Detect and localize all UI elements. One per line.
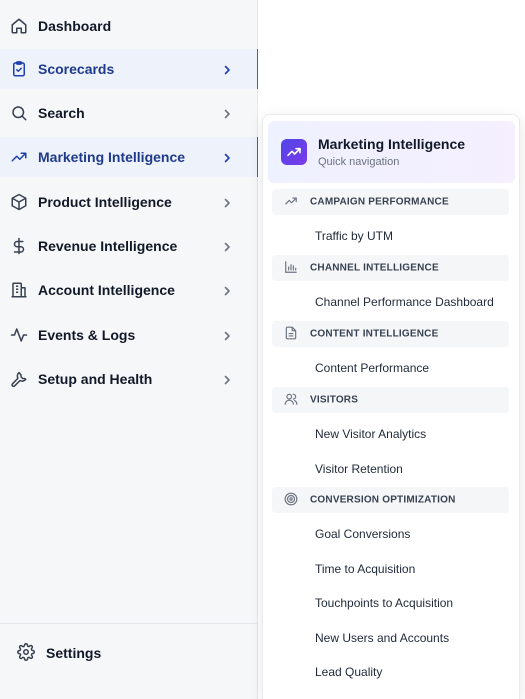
sidebar-item-product-intelligence[interactable]: Product Intelligence	[0, 182, 258, 222]
sidebar-item-label: Dashboard	[38, 18, 112, 34]
flyout-title: Marketing Intelligence	[318, 136, 466, 152]
sidebar-item-label: Scorecards	[38, 61, 115, 77]
sidebar-item-search[interactable]: Search	[0, 93, 258, 133]
activity-icon	[9, 325, 29, 345]
sidebar: Dashboard Scorecards Search Marketing In…	[0, 0, 259, 699]
link-time-to-acquisition[interactable]: Time to Acquisition	[315, 562, 415, 576]
link-channel-performance-dashboard[interactable]: Channel Performance Dashboard	[315, 295, 494, 309]
link-content-performance[interactable]: Content Performance	[315, 361, 429, 375]
trend-up-icon	[281, 139, 307, 165]
link-touchpoints-to-acquisition[interactable]: Touchpoints to Acquisition	[315, 596, 453, 610]
building-icon	[9, 280, 29, 300]
chevron-right-icon	[221, 329, 233, 341]
section-campaign-performance: CAMPAIGN PERFORMANCE	[272, 189, 509, 215]
sidebar-item-label: Product Intelligence	[38, 194, 172, 210]
sidebar-item-scorecards[interactable]: Scorecards	[0, 49, 259, 89]
chevron-right-icon	[221, 284, 233, 296]
section-visitors: VISITORS	[272, 387, 509, 413]
sidebar-item-label: Account Intelligence	[38, 282, 175, 298]
cube-icon	[9, 192, 29, 212]
sidebar-item-label: Setup and Health	[38, 371, 153, 387]
clipboard-check-icon	[9, 59, 29, 79]
section-label: VISITORS	[310, 394, 359, 406]
section-conversion-optimization: CONVERSION OPTIMIZATION	[272, 487, 509, 513]
divider	[0, 623, 258, 624]
sidebar-item-label: Marketing Intelligence	[38, 149, 186, 165]
section-label: CONVERSION OPTIMIZATION	[310, 494, 456, 506]
section-content-intelligence: CONTENT INTELLIGENCE	[272, 321, 509, 347]
wrench-icon	[9, 369, 29, 389]
gear-icon	[17, 643, 37, 663]
link-goal-conversions[interactable]: Goal Conversions	[315, 527, 410, 541]
section-label: CHANNEL INTELLIGENCE	[310, 262, 439, 274]
link-lead-quality[interactable]: Lead Quality	[315, 665, 382, 679]
section-label: CONTENT INTELLIGENCE	[310, 328, 439, 340]
sidebar-item-label: Search	[38, 105, 85, 121]
chevron-right-icon	[221, 63, 233, 75]
link-new-visitor-analytics[interactable]: New Visitor Analytics	[315, 427, 426, 441]
trend-up-icon	[284, 194, 300, 210]
sidebar-item-label: Revenue Intelligence	[38, 238, 178, 254]
settings-label: Settings	[46, 645, 102, 661]
section-channel-intelligence: CHANNEL INTELLIGENCE	[272, 255, 509, 281]
chevron-right-icon	[221, 196, 233, 208]
home-icon	[9, 16, 29, 36]
sidebar-item-revenue-intelligence[interactable]: Revenue Intelligence	[0, 226, 258, 266]
link-traffic-by-utm[interactable]: Traffic by UTM	[315, 229, 393, 243]
trend-up-icon	[9, 147, 29, 167]
link-new-users-and-accounts[interactable]: New Users and Accounts	[315, 631, 449, 645]
sidebar-item-dashboard[interactable]: Dashboard	[0, 6, 258, 46]
target-icon	[284, 492, 300, 508]
sidebar-item-setup-health[interactable]: Setup and Health	[0, 359, 258, 399]
document-icon	[284, 326, 300, 342]
chevron-right-icon	[221, 240, 233, 252]
settings-button[interactable]: Settings	[0, 633, 258, 673]
sidebar-item-events-logs[interactable]: Events & Logs	[0, 315, 258, 355]
flyout-subtitle: Quick navigation	[318, 156, 400, 168]
link-visitor-retention[interactable]: Visitor Retention	[315, 462, 403, 476]
sidebar-item-account-intelligence[interactable]: Account Intelligence	[0, 270, 258, 310]
sidebar-item-label: Events & Logs	[38, 327, 136, 343]
chevron-right-icon	[221, 107, 233, 119]
flyout-header: Marketing Intelligence Quick navigation	[268, 121, 515, 183]
sidebar-item-marketing-intelligence[interactable]: Marketing Intelligence	[0, 137, 259, 177]
chevron-right-icon	[221, 151, 233, 163]
flyout-menu: Marketing Intelligence Quick navigation …	[262, 114, 520, 699]
dollar-icon	[9, 236, 29, 256]
section-label: CAMPAIGN PERFORMANCE	[310, 196, 449, 208]
users-icon	[284, 392, 300, 408]
chevron-right-icon	[221, 373, 233, 385]
search-icon	[9, 103, 29, 123]
bar-chart-icon	[284, 260, 300, 276]
